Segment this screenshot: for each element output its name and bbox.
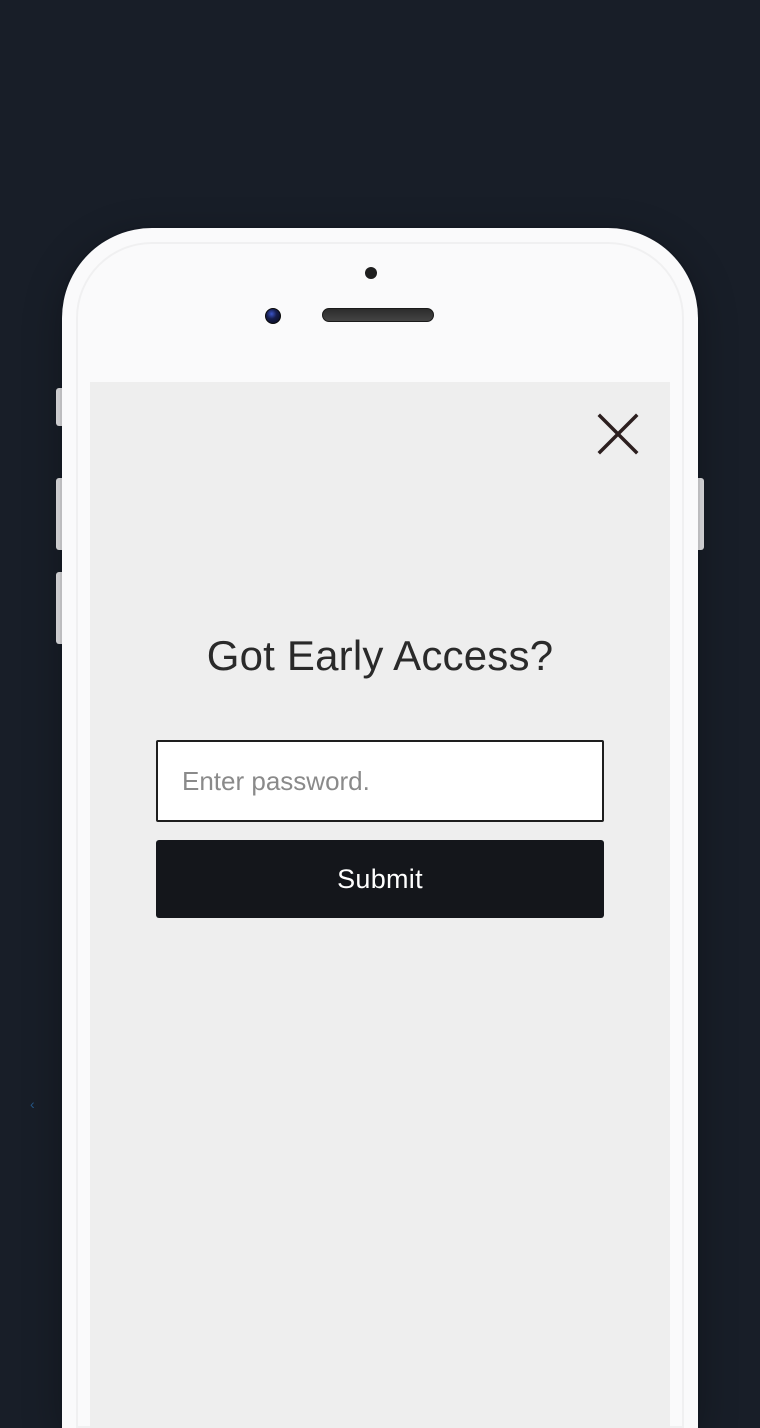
password-input[interactable] <box>156 740 604 822</box>
phone-front-camera <box>265 308 281 324</box>
phone-device-frame: Got Early Access? Submit <box>62 228 698 1428</box>
close-icon <box>596 412 640 456</box>
early-access-form: Got Early Access? Submit <box>90 632 670 918</box>
phone-power-button <box>698 478 704 550</box>
submit-button[interactable]: Submit <box>156 840 604 918</box>
close-button[interactable] <box>596 412 640 456</box>
page-title: Got Early Access? <box>156 632 604 680</box>
edge-artifact: ‹ <box>30 1096 35 1112</box>
phone-screen: Got Early Access? Submit <box>90 382 670 1428</box>
phone-earpiece-speaker <box>322 308 434 322</box>
phone-proximity-sensor <box>365 267 377 279</box>
